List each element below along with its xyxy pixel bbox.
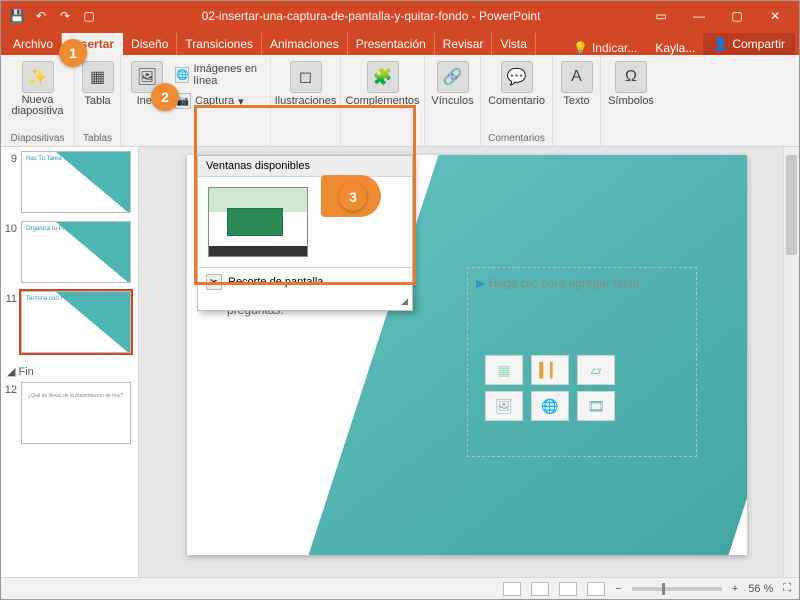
tab-animaciones[interactable]: Animaciones <box>262 33 348 55</box>
slide-number: 9 <box>3 151 17 213</box>
ribbon: ✨ Nueva diapositiva Diapositivas ▦ Tabla… <box>1 55 799 147</box>
tutorial-callout-1: 1 <box>59 39 87 67</box>
zoom-slider[interactable] <box>632 587 722 591</box>
shapes-icon: ◻ <box>290 61 322 93</box>
close-icon[interactable]: ✕ <box>761 9 789 23</box>
redo-icon[interactable]: ↷ <box>57 8 73 24</box>
table-button[interactable]: ▦ Tabla <box>78 59 118 109</box>
group-comments-label: Comentarios <box>488 133 545 144</box>
tab-file[interactable]: Archivo <box>5 33 62 55</box>
zoom-in-button[interactable]: + <box>732 583 738 595</box>
section-header[interactable]: ◢ Fin <box>3 361 134 382</box>
screenshot-dropdown: Ventanas disponibles ✂Recorte de pantall… <box>197 155 413 311</box>
slide-number: 11 <box>3 291 17 353</box>
screen-clipping-item[interactable]: ✂Recorte de pantalla <box>198 267 412 296</box>
tutorial-callout-3: 3 <box>339 183 367 211</box>
slide-number: 10 <box>3 221 17 283</box>
tutorial-callout-2: 2 <box>151 83 179 111</box>
slide-thumb-11[interactable]: Termina con Fuerza <box>21 291 131 353</box>
zoom-out-button[interactable]: − <box>615 583 621 595</box>
share-button[interactable]: 👤 Compartir <box>703 33 795 55</box>
save-icon[interactable]: 💾 <box>9 8 25 24</box>
tab-transiciones[interactable]: Transiciones <box>177 33 262 55</box>
symbol-icon: Ω <box>615 61 647 93</box>
placeholder-icons[interactable]: ▦ ▍▎ ▱ 🖼 🌐 🎞 <box>485 355 617 421</box>
insert-online-picture-icon[interactable]: 🌐 <box>531 391 569 421</box>
group-slides-label: Diapositivas <box>11 133 65 144</box>
sorter-view-button[interactable] <box>531 582 549 596</box>
tab-presentacion[interactable]: Presentación <box>348 33 435 55</box>
slide-thumb-12[interactable]: ¿Qué se llevan de la presentación de hoy… <box>21 382 131 444</box>
tab-diseno[interactable]: Diseño <box>123 33 177 55</box>
normal-view-button[interactable] <box>503 582 521 596</box>
symbols-button[interactable]: Ω Símbolos <box>604 59 658 109</box>
fit-to-window-button[interactable]: ⛶ <box>783 582 791 595</box>
insert-video-icon[interactable]: 🎞 <box>577 391 615 421</box>
comment-icon: 💬 <box>501 61 533 93</box>
textbox-icon: A <box>561 61 593 93</box>
vertical-scrollbar[interactable] <box>783 147 799 577</box>
insert-chart-icon[interactable]: ▍▎ <box>531 355 569 385</box>
addins-button[interactable]: 🧩 Complementos <box>342 59 424 109</box>
slide-number: 12 <box>3 382 17 444</box>
start-slideshow-icon[interactable]: ▢ <box>81 8 97 24</box>
illustrations-button[interactable]: ◻ Ilustraciones <box>271 59 341 109</box>
dropdown-header: Ventanas disponibles <box>198 156 412 177</box>
text-button[interactable]: A Texto <box>557 59 597 109</box>
table-icon: ▦ <box>82 61 114 93</box>
undo-icon[interactable]: ↶ <box>33 8 49 24</box>
tab-vista[interactable]: Vista <box>492 33 535 55</box>
maximize-icon[interactable]: ▢ <box>723 9 751 23</box>
zoom-level[interactable]: 56 % <box>748 583 773 595</box>
screen-clipping-icon: ✂ <box>206 274 222 290</box>
online-pictures-icon: 🌐 <box>175 67 189 83</box>
window-title: 02-insertar-una-captura-de-pantalla-y-qu… <box>105 9 637 23</box>
comment-button[interactable]: 💬 Comentario <box>484 59 549 109</box>
slideshow-view-button[interactable] <box>587 582 605 596</box>
links-button[interactable]: 🔗 Vínculos <box>427 59 477 109</box>
reading-view-button[interactable] <box>559 582 577 596</box>
status-bar: − + 56 % ⛶ <box>1 577 799 599</box>
minimize-icon[interactable]: — <box>685 9 713 23</box>
ribbon-options-icon[interactable]: ▭ <box>647 9 675 23</box>
tab-revisar[interactable]: Revisar <box>435 33 493 55</box>
title-bar: 💾 ↶ ↷ ▢ 02-insertar-una-captura-de-panta… <box>1 1 799 31</box>
group-tables-label: Tablas <box>83 133 112 144</box>
slide-thumb-10[interactable]: Organiza tu Presentación <box>21 221 131 283</box>
resize-grip-icon[interactable]: ◢ <box>198 296 412 310</box>
ribbon-tabs: Archivo Insertar Diseño Transiciones Ani… <box>1 31 799 55</box>
insert-picture-icon[interactable]: 🖼 <box>485 391 523 421</box>
available-window-thumb[interactable] <box>208 187 308 257</box>
new-slide-icon: ✨ <box>22 61 54 93</box>
insert-table-icon[interactable]: ▦ <box>485 355 523 385</box>
slide-thumb-9[interactable]: Has Tu Tarea <box>21 151 131 213</box>
addins-icon: 🧩 <box>367 61 399 93</box>
link-icon: 🔗 <box>437 61 469 93</box>
screenshot-button[interactable]: 📷Captura ▾ <box>171 91 264 111</box>
new-slide-button[interactable]: ✨ Nueva diapositiva <box>7 59 68 119</box>
insert-smartart-icon[interactable]: ▱ <box>577 355 615 385</box>
tell-me[interactable]: 💡 Indicar... <box>563 41 647 55</box>
slide-thumbnail-pane[interactable]: 9 Has Tu Tarea 10 Organiza tu Presentaci… <box>1 147 139 577</box>
signed-in-user[interactable]: Kayla... <box>647 41 703 55</box>
online-pictures-button[interactable]: 🌐Imágenes en línea <box>171 61 264 89</box>
